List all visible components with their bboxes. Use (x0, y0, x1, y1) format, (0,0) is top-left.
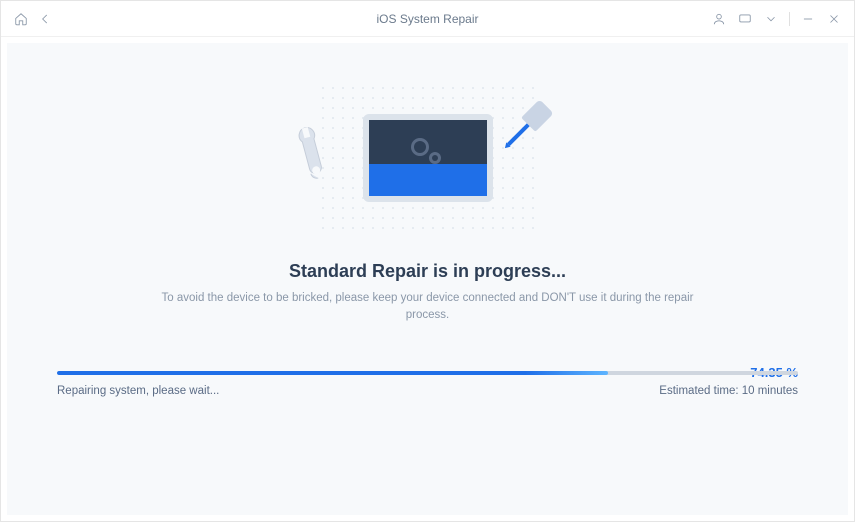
wrench-icon (288, 118, 333, 184)
progress-bar (57, 371, 798, 375)
progress-subtext: To avoid the device to be bricked, pleas… (148, 290, 708, 325)
app-window: iOS System Repair (0, 0, 855, 522)
progress-section: 74.35 % Repairing system, please wait...… (57, 371, 798, 397)
separator (789, 12, 790, 26)
user-icon[interactable] (711, 11, 727, 27)
device-screen-icon (363, 114, 493, 202)
progress-fill (57, 371, 608, 375)
repair-illustration (318, 83, 538, 233)
progress-status-text: Repairing system, please wait... (57, 385, 219, 397)
minimize-icon[interactable] (800, 11, 816, 27)
chevron-down-icon[interactable] (763, 11, 779, 27)
back-icon[interactable] (37, 11, 53, 27)
titlebar: iOS System Repair (1, 1, 854, 37)
home-icon[interactable] (13, 11, 29, 27)
feedback-icon[interactable] (737, 11, 753, 27)
close-icon[interactable] (826, 11, 842, 27)
main-content: Standard Repair is in progress... To avo… (7, 43, 848, 515)
progress-eta-text: Estimated time: 10 minutes (659, 385, 798, 397)
progress-heading: Standard Repair is in progress... (289, 261, 566, 282)
